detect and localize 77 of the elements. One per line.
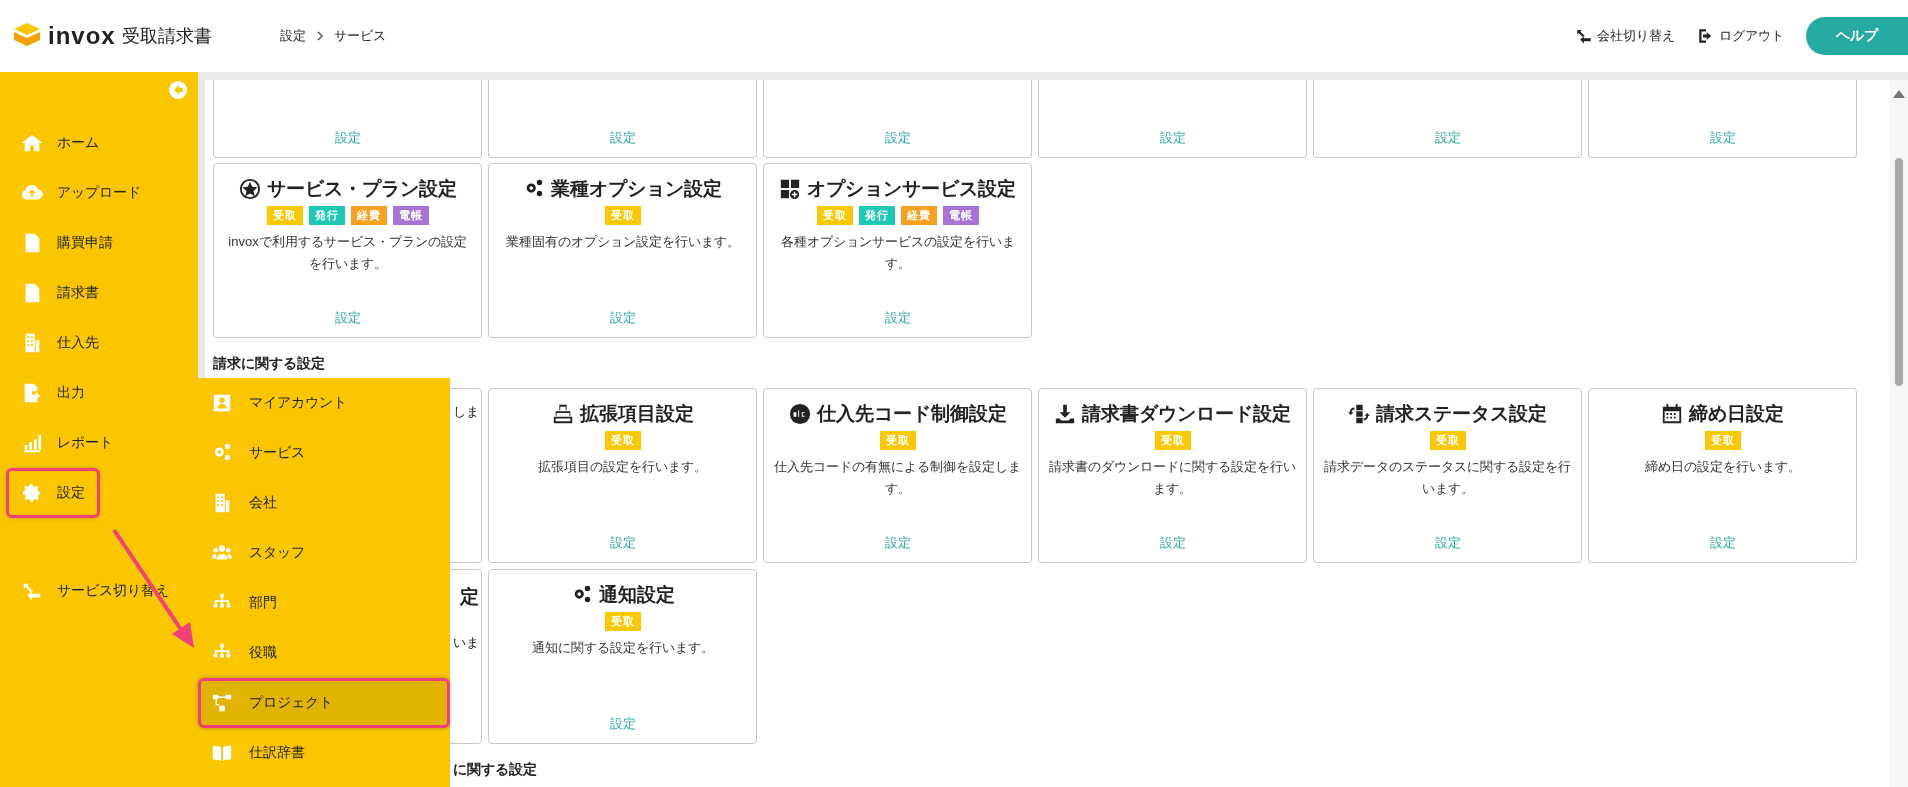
service-tag: 電帳	[942, 206, 979, 225]
card-title: 締め日設定	[1689, 402, 1784, 426]
calendar-icon	[1661, 403, 1683, 425]
scrollbar-thumb[interactable]	[1895, 158, 1903, 386]
card-description: 拡張項目の設定を行います。	[538, 458, 707, 476]
service-tag: 発行	[858, 206, 895, 225]
card-description: いま	[453, 634, 479, 652]
service-tag: 受取	[879, 431, 916, 450]
submenu-item[interactable]: スタッフ	[198, 528, 450, 578]
sidebar-item[interactable]: 仕入先	[6, 318, 192, 368]
card-title: 業種オプション設定	[551, 177, 722, 201]
service-tag: 経費	[900, 206, 937, 225]
card-title: 請求書ダウンロード設定	[1082, 402, 1291, 426]
sidebar-item[interactable]: レポート	[6, 418, 192, 468]
service-tag: 受取	[604, 431, 641, 450]
card-title: 拡張項目設定	[579, 402, 694, 426]
tiers-icon	[551, 403, 574, 425]
submenu-item[interactable]: 部門	[198, 578, 450, 628]
card-description: 請求データのステータスに関する設定を行います。	[1323, 458, 1572, 498]
user-icon	[211, 392, 233, 414]
submenu-item[interactable]: プロジェクト	[198, 678, 450, 728]
service-tag: 受取	[1429, 431, 1466, 450]
grid-icon	[779, 178, 801, 200]
breadcrumb-item[interactable]: 設定	[280, 27, 306, 45]
service-tag: 受取	[1154, 431, 1191, 450]
section-title: に関する設定	[453, 760, 537, 779]
submenu-item[interactable]: サービス	[198, 428, 450, 478]
card-title: 請求ステータス設定	[1376, 402, 1547, 426]
settings-icon	[21, 482, 43, 504]
card-description: invoxで利用するサービス・プランの設定を行います。	[227, 233, 468, 273]
card-title: 仕入先コード制御設定	[816, 402, 1007, 426]
scroll-up-icon[interactable]	[1893, 90, 1905, 98]
card-description: しま	[453, 403, 479, 421]
sidebar-item[interactable]: 請求書	[6, 268, 192, 318]
home-icon	[21, 132, 43, 154]
submenu-item[interactable]: 仕訳辞書	[198, 728, 450, 778]
card-title: 定	[460, 585, 479, 609]
status-icon	[1348, 403, 1370, 425]
submenu-item[interactable]: マイアカウント	[198, 378, 450, 428]
card-title: オプションサービス設定	[807, 177, 1016, 201]
card-title: 通知設定	[598, 583, 675, 607]
download-icon	[1054, 403, 1076, 425]
service-tag: 受取	[1704, 431, 1741, 450]
sidebar-item[interactable]: アップロード	[6, 168, 192, 218]
breadcrumb-item: サービス	[334, 27, 386, 45]
service-tag: 受取	[266, 206, 303, 225]
card-description: 通知に関する設定を行います。	[531, 639, 714, 657]
chevron-icon	[316, 31, 324, 41]
switch-arrows-icon	[1575, 27, 1593, 45]
service-tag: 受取	[816, 206, 853, 225]
collapse-icon[interactable]	[168, 80, 188, 100]
card-description: 締め日の設定を行います。	[1644, 458, 1801, 476]
service-tag: 経費	[350, 206, 387, 225]
logout-link[interactable]: ログアウト	[1697, 27, 1784, 45]
card-description: 請求書のダウンロードに関する設定を行います。	[1048, 458, 1297, 498]
scrollbar[interactable]	[1890, 80, 1908, 787]
sidebar-item[interactable]: ホーム	[6, 118, 192, 168]
sidebar-item[interactable]: 出力	[6, 368, 192, 418]
product-name: 受取請求書	[121, 25, 212, 48]
project-tree-icon	[211, 692, 233, 714]
sidebar-item[interactable]: 設定	[6, 468, 100, 518]
company-switch-link[interactable]: 会社切り替え	[1575, 27, 1675, 45]
service-tag: 受取	[604, 612, 641, 631]
bar-chart-icon	[21, 432, 43, 454]
submenu-item[interactable]: 会社	[198, 478, 450, 528]
card-description: 各種オプションサービスの設定を行います。	[779, 233, 1016, 273]
service-tag: 電帳	[392, 206, 429, 225]
service-tag: 発行	[308, 206, 345, 225]
submenu-item[interactable]: 役職	[198, 628, 450, 678]
card-description: 仕入先コードの有無による制御を設定します。	[773, 458, 1022, 498]
logo-wordmark: invox	[48, 22, 116, 50]
sidebar-item[interactable]: 購買申請	[6, 218, 192, 268]
card-title: サービス・プラン設定	[266, 177, 457, 201]
section-title: 請求に関する設定	[213, 354, 325, 373]
service-tag: 受取	[604, 206, 641, 225]
star-icon	[238, 178, 261, 200]
card-description: 業種固有のオプション設定を行います。	[505, 233, 740, 251]
